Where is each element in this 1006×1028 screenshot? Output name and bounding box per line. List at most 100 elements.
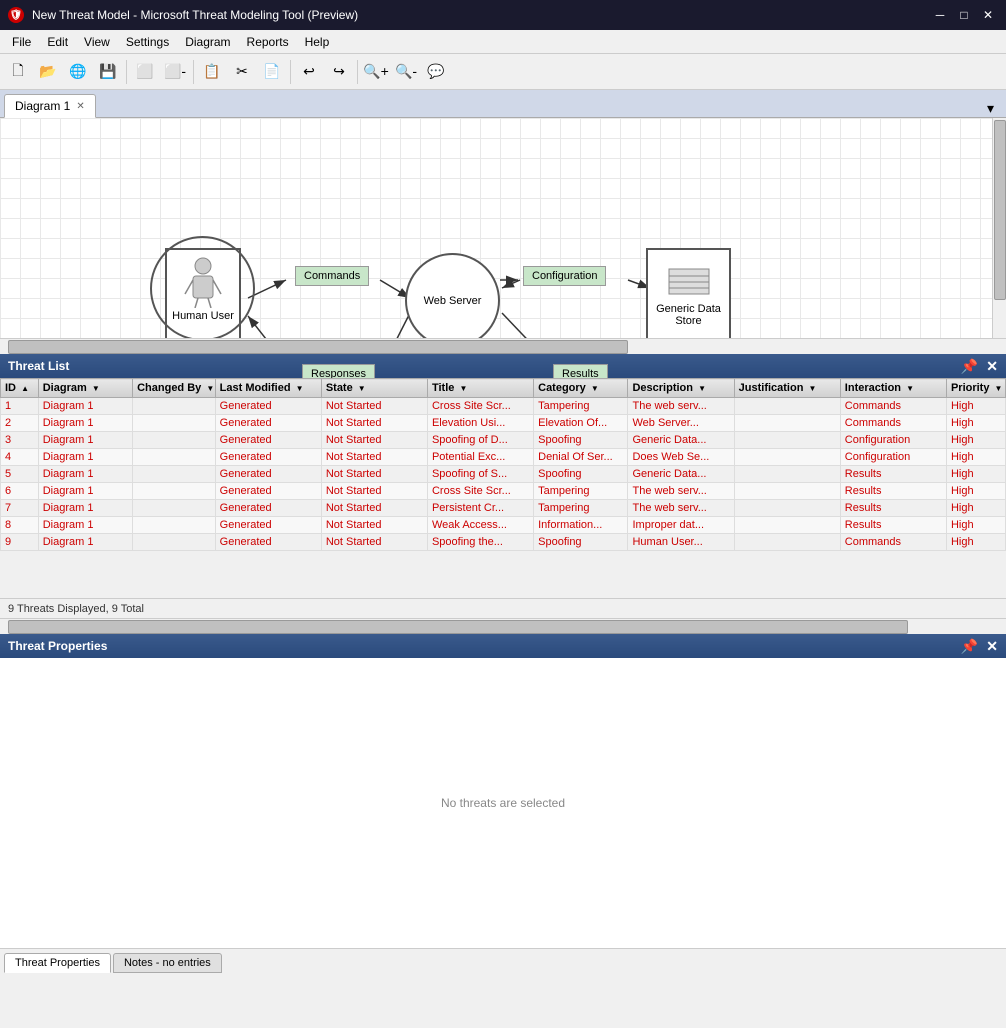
menu-settings[interactable]: Settings — [118, 33, 177, 51]
configuration-label[interactable]: Configuration — [523, 266, 606, 286]
threat-props-content: No threats are selected — [0, 658, 1006, 948]
table-cell — [734, 517, 840, 534]
menu-edit[interactable]: Edit — [39, 33, 76, 51]
table-cell: Configuration — [840, 449, 946, 466]
table-cell — [734, 500, 840, 517]
new-button[interactable]: 🗋 — [4, 58, 32, 86]
threat-model-button[interactable]: 🌐 — [64, 58, 92, 86]
web-server-element[interactable]: Web Server — [405, 253, 500, 348]
tab-menu-button[interactable]: ▾ — [987, 100, 994, 117]
table-row[interactable]: 9Diagram 1GeneratedNot StartedSpoofing t… — [1, 534, 1006, 551]
data-store-icon — [664, 264, 714, 299]
col-header-state[interactable]: State ▼ — [321, 379, 427, 398]
bottom-tab-tp-label: Threat Properties — [15, 957, 100, 969]
table-row[interactable]: 1Diagram 1GeneratedNot StartedCross Site… — [1, 398, 1006, 415]
threat-hscroll-thumb[interactable] — [8, 620, 908, 634]
menu-diagram[interactable]: Diagram — [177, 33, 238, 51]
table-row[interactable]: 7Diagram 1GeneratedNot StartedPersistent… — [1, 500, 1006, 517]
threat-props-controls: 📌 ✕ — [961, 638, 998, 655]
table-cell: Denial Of Ser... — [534, 449, 628, 466]
zoom-out-button[interactable]: 🔍- — [392, 58, 420, 86]
table-cell: Not Started — [321, 534, 427, 551]
open-button[interactable]: 📂 — [34, 58, 62, 86]
table-row[interactable]: 2Diagram 1GeneratedNot StartedElevation … — [1, 415, 1006, 432]
close-button[interactable]: ✕ — [978, 5, 998, 25]
table-cell: Results — [840, 517, 946, 534]
threat-props-pin-icon[interactable]: 📌 — [961, 638, 978, 655]
col-header-diagram[interactable]: Diagram ▼ — [38, 379, 132, 398]
col-header-id[interactable]: ID ▲ — [1, 379, 39, 398]
threat-table-head: ID ▲ Diagram ▼ Changed By ▼ Last Modifie… — [1, 379, 1006, 398]
copy-button[interactable]: 📋 — [198, 58, 226, 86]
pin-icon[interactable]: 📌 — [961, 358, 978, 375]
tab-diagram1[interactable]: Diagram 1 ✕ — [4, 94, 96, 118]
menu-help[interactable]: Help — [297, 33, 338, 51]
table-cell: High — [946, 517, 1005, 534]
col-header-description[interactable]: Description ▼ — [628, 379, 734, 398]
close-threat-list-icon[interactable]: ✕ — [986, 358, 998, 375]
zoom-in-button[interactable]: 🔍+ — [362, 58, 390, 86]
data-store-label: Generic Data Store — [648, 303, 729, 327]
col-header-category[interactable]: Category ▼ — [534, 379, 628, 398]
paste-button[interactable]: 📄 — [258, 58, 286, 86]
cut-button[interactable]: ✂ — [228, 58, 256, 86]
bottom-tab-notes[interactable]: Notes - no entries — [113, 953, 222, 973]
col-header-justification[interactable]: Justification ▼ — [734, 379, 840, 398]
table-row[interactable]: 6Diagram 1GeneratedNot StartedCross Site… — [1, 483, 1006, 500]
table-cell: Results — [840, 500, 946, 517]
threat-table-container[interactable]: ID ▲ Diagram ▼ Changed By ▼ Last Modifie… — [0, 378, 1006, 598]
menu-reports[interactable]: Reports — [239, 33, 297, 51]
col-header-lastmod[interactable]: Last Modified ▼ — [215, 379, 321, 398]
diagram-vscroll-thumb[interactable] — [994, 120, 1006, 300]
menu-view[interactable]: View — [76, 33, 118, 51]
table-row[interactable]: 4Diagram 1GeneratedNot StartedPotential … — [1, 449, 1006, 466]
col-header-priority[interactable]: Priority ▼ — [946, 379, 1005, 398]
table-cell — [133, 483, 216, 500]
table-row[interactable]: 8Diagram 1GeneratedNot StartedWeak Acces… — [1, 517, 1006, 534]
col-header-interaction[interactable]: Interaction ▼ — [840, 379, 946, 398]
col-header-changedby[interactable]: Changed By ▼ — [133, 379, 216, 398]
comment-button[interactable]: 💬 — [422, 58, 450, 86]
new-diagram-button[interactable]: ⬜ — [131, 58, 159, 86]
table-cell: 7 — [1, 500, 39, 517]
table-row[interactable]: 3Diagram 1GeneratedNot StartedSpoofing o… — [1, 432, 1006, 449]
undo-button[interactable]: ↩ — [295, 58, 323, 86]
threat-props-title: Threat Properties — [8, 639, 107, 653]
table-cell: The web serv... — [628, 398, 734, 415]
threat-props-close-icon[interactable]: ✕ — [986, 638, 998, 655]
commands-label[interactable]: Commands — [295, 266, 369, 286]
save-button[interactable]: 💾 — [94, 58, 122, 86]
table-cell: Spoofing — [534, 534, 628, 551]
bottom-tab-threat-properties[interactable]: Threat Properties — [4, 953, 111, 973]
threat-hscroll[interactable] — [0, 618, 1006, 634]
table-cell: High — [946, 483, 1005, 500]
table-cell: Tampering — [534, 500, 628, 517]
table-cell — [734, 483, 840, 500]
diagram-hscroll[interactable] — [0, 338, 1006, 354]
data-store-element[interactable]: Generic Data Store — [646, 248, 731, 343]
table-cell: 8 — [1, 517, 39, 534]
diagram-grid: Human User Commands Web Server Configura… — [0, 118, 1006, 338]
diagram-hscroll-thumb[interactable] — [8, 340, 628, 354]
col-header-title[interactable]: Title ▼ — [427, 379, 533, 398]
bottom-tab-bar: Threat Properties Notes - no entries — [0, 948, 1006, 976]
table-cell: Generated — [215, 483, 321, 500]
redo-button[interactable]: ↪ — [325, 58, 353, 86]
menu-file[interactable]: File — [4, 33, 39, 51]
table-cell: Generic Data... — [628, 432, 734, 449]
table-cell: Elevation Usi... — [427, 415, 533, 432]
human-user-boundary — [150, 236, 255, 341]
tab-close-icon[interactable]: ✕ — [76, 101, 84, 112]
table-cell: Diagram 1 — [38, 517, 132, 534]
table-row[interactable]: 5Diagram 1GeneratedNot StartedSpoofing o… — [1, 466, 1006, 483]
diagram-vscroll[interactable] — [992, 118, 1006, 338]
maximize-button[interactable]: □ — [954, 5, 974, 25]
table-cell: Diagram 1 — [38, 534, 132, 551]
delete-diagram-button[interactable]: ⬜- — [161, 58, 189, 86]
threat-table: ID ▲ Diagram ▼ Changed By ▼ Last Modifie… — [0, 378, 1006, 551]
minimize-button[interactable]: ─ — [930, 5, 950, 25]
table-cell: High — [946, 415, 1005, 432]
table-cell: 4 — [1, 449, 39, 466]
table-cell: 9 — [1, 534, 39, 551]
menu-bar: File Edit View Settings Diagram Reports … — [0, 30, 1006, 54]
